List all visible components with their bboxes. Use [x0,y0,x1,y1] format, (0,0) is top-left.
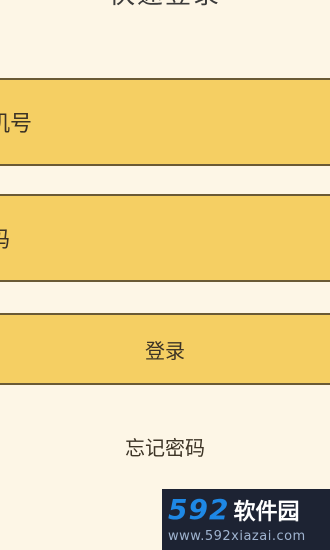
watermark-url: www.592xiazai.com [168,529,306,544]
login-screen: 快速登录 机号 码 登录 忘记密码 592 软件园 www.592xiazai.… [0,0,330,550]
watermark-text: 软件园 [233,500,300,525]
password-input[interactable]: 码 [0,194,330,282]
watermark-number: 592 [168,493,230,526]
forgot-password-link[interactable]: 忘记密码 [0,432,330,461]
phone-placeholder: 机号 [0,112,33,137]
watermark-logo: 592 软件园 www.592xiazai.com [162,489,330,550]
password-placeholder: 码 [0,222,10,254]
phone-input[interactable]: 机号 [0,78,330,166]
login-button[interactable]: 登录 [0,313,330,385]
page-title: 快速登录 [0,0,330,10]
